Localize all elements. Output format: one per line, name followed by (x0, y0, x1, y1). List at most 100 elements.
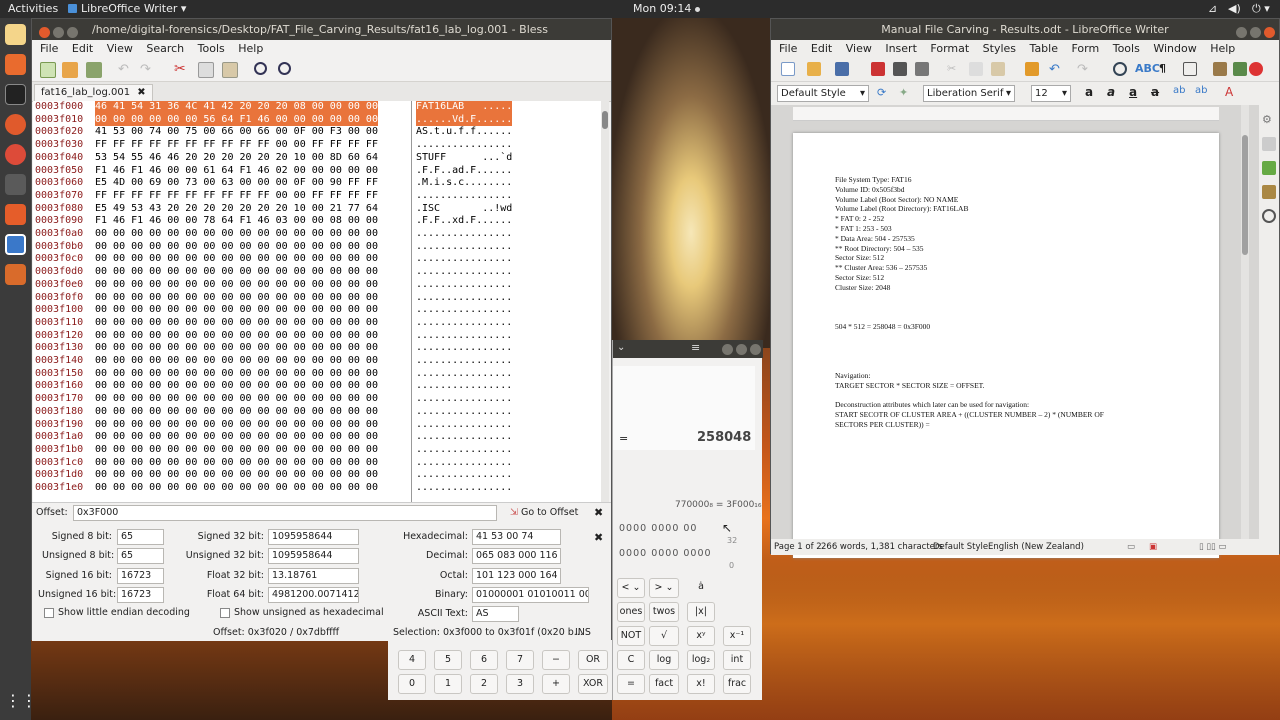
hex-row[interactable]: 0003f030 FF FF FF FF FF FF FF FF FF FF 00… (33, 139, 603, 152)
hex-row-ascii[interactable]: ................ (416, 228, 512, 241)
hex-row-bytes[interactable]: 00 00 00 00 00 00 00 00 00 00 00 00 00 0… (95, 292, 378, 305)
terminal-icon[interactable] (5, 84, 26, 105)
hex-row-bytes[interactable]: 00 00 00 00 00 00 56 64 F1 46 00 00 00 0… (95, 113, 378, 127)
calc-btn-log2[interactable]: log₂ (687, 650, 715, 670)
calc-btn-5[interactable]: 5 (434, 650, 462, 670)
calc-btn-minus[interactable]: − (542, 650, 570, 670)
calc-close-icon[interactable] (750, 344, 761, 355)
hex-row-ascii[interactable]: ................ (416, 292, 512, 305)
hex-row-bytes[interactable]: 00 00 00 00 00 00 00 00 00 00 00 00 00 0… (95, 241, 378, 254)
hex-row-ascii[interactable]: ................ (416, 304, 512, 317)
wmenu-form[interactable]: Form (1072, 42, 1100, 55)
hex-row-ascii[interactable]: .ISC ..!wd (416, 203, 512, 216)
hex-row[interactable]: 0003f0b0 00 00 00 00 00 00 00 00 00 00 00… (33, 241, 603, 254)
w-spelling-icon[interactable]: ABC (1135, 62, 1160, 76)
wmenu-styles[interactable]: Styles (983, 42, 1016, 55)
hex-row-bytes[interactable]: 00 00 00 00 00 00 00 00 00 00 00 00 00 0… (95, 368, 378, 381)
hex-row[interactable]: 0003f170 00 00 00 00 00 00 00 00 00 00 00… (33, 393, 603, 406)
writer-dock-icon[interactable] (5, 234, 26, 255)
binary-field[interactable]: 01000001 01010011 00000 (472, 587, 589, 603)
hex-row-ascii[interactable]: AS.t.u.f.f...... (416, 126, 512, 139)
doc-line[interactable]: * FAT 1: 253 - 503 (835, 224, 892, 233)
hex-row[interactable]: 0003f100 00 00 00 00 00 00 00 00 00 00 00… (33, 304, 603, 317)
hex-row[interactable]: 0003f050 F1 46 F1 46 00 00 61 64 F1 46 02… (33, 165, 603, 178)
hex-row-bytes[interactable]: E5 4D 00 69 00 73 00 63 00 00 00 0F 00 9… (95, 177, 378, 190)
doc-line[interactable]: Sector Size: 512 (835, 273, 884, 282)
hex-row[interactable]: 0003f0d0 00 00 00 00 00 00 00 00 00 00 00… (33, 266, 603, 279)
doc-nav-line[interactable]: TARGET SECTOR * SECTOR SIZE = OFFSET. (835, 381, 985, 390)
little-endian-checkbox[interactable] (44, 608, 54, 618)
calc-btn-shift-right[interactable]: > ⌄ (649, 578, 679, 598)
hex-row-bytes[interactable]: 41 53 00 74 00 75 00 66 00 66 00 0F 00 F… (95, 126, 378, 139)
font-dropdown-icon[interactable]: ▾ (1006, 86, 1011, 101)
ascii-text-field[interactable]: AS (472, 606, 519, 622)
hex-row-ascii[interactable]: ................ (416, 279, 512, 292)
wmenu-window[interactable]: Window (1153, 42, 1196, 55)
chrome-icon[interactable] (5, 144, 26, 165)
find-replace-icon[interactable] (278, 62, 291, 75)
app-menu[interactable]: LibreOffice Writer ▾ (68, 2, 186, 15)
clock[interactable]: Mon 09:14 (633, 2, 700, 15)
doc-line[interactable]: * Data Area: 504 - 257535 (835, 234, 915, 243)
hex-row-bytes[interactable]: E5 49 53 43 20 20 20 20 20 20 20 10 00 2… (95, 203, 378, 216)
undo-icon[interactable]: ↶ (118, 62, 134, 78)
hex-row[interactable]: 0003f180 00 00 00 00 00 00 00 00 00 00 00… (33, 406, 603, 419)
hex-row-ascii[interactable]: ................ (416, 266, 512, 279)
hex-row-ascii[interactable]: ......Vd.F...... (416, 113, 513, 127)
hex-row[interactable]: 0003f1d0 00 00 00 00 00 00 00 00 00 00 00… (33, 469, 603, 482)
hex-row-ascii[interactable]: .F.F..ad.F...... (416, 165, 512, 178)
redo-icon[interactable]: ↷ (140, 62, 156, 78)
hex-row-ascii[interactable]: ................ (416, 342, 512, 355)
calc-btn-not[interactable]: NOT (617, 626, 645, 646)
cut-icon[interactable]: ✂ (174, 62, 190, 78)
hex-row-ascii[interactable]: .F.F..xd.F...... (416, 215, 512, 228)
unsigned8-field[interactable]: 65 (117, 548, 164, 564)
calc-minimize-icon[interactable] (722, 344, 733, 355)
bold-icon[interactable]: a (1085, 85, 1099, 99)
hex-row[interactable]: 0003f0c0 00 00 00 00 00 00 00 00 00 00 00… (33, 253, 603, 266)
hex-row-ascii[interactable]: ................ (416, 457, 512, 470)
status-page[interactable]: Page 1 of 2 (774, 539, 822, 555)
hex-row[interactable]: 0003f020 41 53 00 74 00 75 00 66 00 66 00… (33, 126, 603, 139)
hex-row[interactable]: 0003f060 E5 4D 00 69 00 73 00 63 00 00 00… (33, 177, 603, 190)
w-save-icon[interactable] (835, 62, 849, 76)
hex-row-ascii[interactable]: ................ (416, 355, 512, 368)
wmenu-file[interactable]: File (779, 42, 797, 55)
hex-row[interactable]: 0003f1b0 00 00 00 00 00 00 00 00 00 00 00… (33, 444, 603, 457)
hex-row-ascii[interactable]: ................ (416, 482, 512, 495)
status-layout-icons[interactable]: ▯ ▯▯ ▭ (1199, 539, 1226, 555)
hex-row-ascii[interactable]: ................ (416, 190, 512, 203)
calc-btn-fact[interactable]: fact (649, 674, 679, 694)
sidebar-page-icon[interactable] (1262, 137, 1276, 151)
hex-row-ascii[interactable]: ................ (416, 317, 512, 330)
activities-button[interactable]: Activities (8, 2, 58, 15)
calc-btn-equals[interactable]: = (617, 674, 645, 694)
w-paste-icon[interactable] (991, 62, 1005, 76)
writer-titlebar[interactable]: Manual File Carving - Results.odt - Libr… (771, 19, 1279, 40)
hex-row-bytes[interactable]: F1 46 F1 46 00 00 78 64 F1 46 03 00 00 0… (95, 215, 378, 228)
hex-row[interactable]: 0003f150 00 00 00 00 00 00 00 00 00 00 00… (33, 368, 603, 381)
hex-row-ascii[interactable]: FAT16LAB ..... (416, 101, 513, 114)
files-icon[interactable] (5, 24, 26, 45)
wmenu-table[interactable]: Table (1030, 42, 1058, 55)
hex-row-ascii[interactable]: .M.i.s.c........ (416, 177, 512, 190)
signed8-field[interactable]: 65 (117, 529, 164, 545)
w-undo-icon[interactable]: ↶ (1049, 62, 1063, 77)
w-image-icon[interactable] (1213, 62, 1227, 76)
find-icon[interactable] (254, 62, 267, 75)
menu-search[interactable]: Search (146, 42, 184, 55)
writer-scrollbar[interactable] (1241, 105, 1249, 539)
hex-row-bytes[interactable]: 00 00 00 00 00 00 00 00 00 00 00 00 00 0… (95, 457, 378, 470)
sidebar-navigator-icon[interactable] (1262, 209, 1276, 223)
status-words[interactable]: 266 words, 1,381 characters (821, 539, 943, 555)
calc-btn-twos[interactable]: twos (649, 602, 679, 622)
goto-offset-button[interactable]: ⇲ Go to Offset (510, 507, 578, 518)
hex-row[interactable]: 0003f080 E5 49 53 43 20 20 20 20 20 20 20… (33, 203, 603, 216)
writer-scroll-thumb[interactable] (1242, 135, 1248, 255)
hex-row-bytes[interactable]: 00 00 00 00 00 00 00 00 00 00 00 00 00 0… (95, 482, 378, 495)
hex-row-bytes[interactable]: FF FF FF FF FF FF FF FF FF FF 00 00 FF F… (95, 139, 378, 152)
editor-icon[interactable] (5, 174, 26, 195)
conversion-close-icon[interactable]: ✖ (594, 531, 603, 544)
impress-icon[interactable] (5, 204, 26, 225)
signed32-field[interactable]: 1095958644 (268, 529, 359, 545)
